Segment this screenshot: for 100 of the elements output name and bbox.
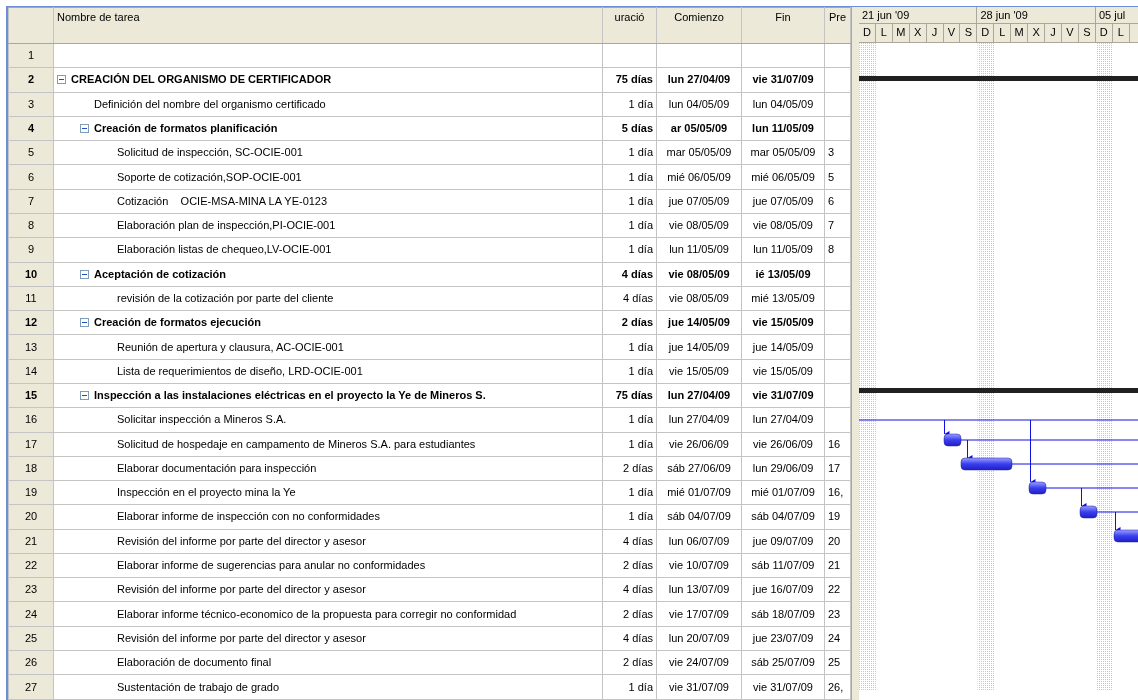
week-label: 21 jun '09 (858, 7, 978, 24)
collapse-icon[interactable] (80, 318, 89, 328)
finish-cell: jue 16/07/09 (741, 577, 825, 602)
day-label: M (1011, 24, 1029, 42)
day-label: M (892, 24, 910, 42)
task-name-cell: Inspección en el proyecto mina la Ye (53, 480, 603, 505)
row-number: 20 (8, 504, 54, 530)
row-number: 24 (8, 601, 54, 627)
row-number: 27 (8, 674, 54, 700)
finish-cell: sáb 04/07/09 (741, 504, 825, 530)
pred-cell: 5 (824, 164, 851, 190)
row-number: 16 (8, 407, 54, 432)
task-bar[interactable] (943, 433, 962, 447)
finish-cell: vie 15/05/09 (741, 310, 825, 335)
row-number: 8 (8, 213, 54, 238)
finish-cell: vie 15/05/09 (741, 359, 825, 384)
pred-cell: 20 (824, 529, 851, 554)
finish-cell: mié 01/07/09 (741, 480, 825, 505)
day-label: D (1095, 24, 1113, 42)
day-label: D (977, 24, 995, 42)
task-name-cell: Solicitud de inspección, SC-OCIE-001 (53, 140, 603, 165)
collapse-icon[interactable] (80, 391, 89, 401)
duration-cell: 1 día (602, 359, 657, 384)
duration-cell: 2 días (602, 310, 657, 335)
pred-cell: 16, (824, 480, 851, 505)
duration-cell: 1 día (602, 213, 657, 238)
pred-cell: 25 (824, 650, 851, 675)
finish-cell: vie 31/07/09 (741, 674, 825, 700)
row-number: 18 (8, 456, 54, 481)
finish-cell: lun 27/04/09 (741, 407, 825, 432)
pred-cell: 22 (824, 577, 851, 602)
start-cell: vie 24/07/09 (656, 650, 742, 675)
task-name-cell: Elaborar informe de sugerencias para anular no conformidades (53, 553, 603, 578)
duration-cell: 1 día (602, 480, 657, 505)
day-label: V (1062, 24, 1079, 42)
duration-cell: 4 días (602, 529, 657, 554)
column-header[interactable]: Nombre de tarea (53, 7, 603, 44)
week-label: 05 jul (1095, 7, 1138, 24)
task-name: Aceptación de cotización (94, 267, 227, 280)
pred-cell: 24 (824, 626, 851, 651)
duration-cell: 75 días (602, 67, 657, 93)
finish-cell: jue 07/05/09 (741, 189, 825, 214)
column-header[interactable]: uració (602, 7, 657, 44)
task-name-cell: Sustentación de trabajo de grado (53, 674, 603, 700)
duration-cell: 1 día (602, 164, 657, 190)
task-name: Creación de formatos planificación (94, 122, 278, 134)
week-label: 28 jun '09 (977, 7, 1096, 24)
task-bar[interactable] (1079, 505, 1098, 519)
column-header[interactable]: Pre (824, 7, 851, 44)
collapse-icon[interactable] (80, 124, 89, 133)
row-number: 26 (8, 650, 54, 675)
day-label: X (1028, 24, 1046, 42)
duration-cell: 5 días (602, 116, 657, 141)
finish-cell: jue 09/07/09 (741, 529, 825, 554)
row-number: 9 (8, 237, 54, 263)
finish-cell: lun 11/05/09 (741, 237, 825, 263)
task-bar[interactable] (960, 457, 1013, 471)
task-name-cell: Soporte de cotización,SOP-OCIE-001 (53, 164, 603, 190)
start-cell: vie 08/05/09 (656, 213, 742, 238)
collapse-icon[interactable] (80, 269, 89, 279)
pred-cell: 8 (824, 237, 851, 263)
start-cell: vie 17/07/09 (656, 601, 742, 627)
finish-cell: jue 14/05/09 (741, 334, 825, 360)
start-cell: vie 08/05/09 (656, 262, 742, 287)
column-header[interactable]: Fin (741, 7, 825, 44)
finish-cell: mié 13/05/09 (741, 286, 825, 311)
duration-cell: 2 días (602, 650, 657, 675)
pred-cell: 3 (824, 140, 851, 165)
duration-cell: 2 días (602, 601, 657, 627)
duration-cell: 1 día (602, 674, 657, 700)
pred-cell: 6 (824, 189, 851, 214)
pred-cell: 17 (824, 456, 851, 481)
start-cell: vie 31/07/09 (656, 674, 742, 700)
day-label: L (994, 24, 1012, 42)
start-cell: lun 11/05/09 (656, 237, 742, 263)
duration-cell: 1 día (602, 140, 657, 165)
start-cell: jue 07/05/09 (656, 189, 742, 214)
collapse-icon[interactable] (57, 75, 66, 85)
finish-cell: ié 13/05/09 (741, 262, 825, 287)
duration-cell: 4 días (602, 577, 657, 602)
day-label: V (943, 24, 961, 42)
column-header[interactable]: Comienzo (656, 7, 742, 44)
task-bar[interactable] (1113, 529, 1138, 543)
start-cell: sáb 27/06/09 (656, 456, 742, 481)
task-bar[interactable] (1028, 481, 1047, 495)
row-number: 14 (8, 359, 54, 384)
start-cell: vie 15/05/09 (656, 359, 742, 384)
start-cell: lun 27/04/09 (656, 383, 742, 408)
finish-cell: vie 31/07/09 (741, 67, 825, 93)
duration-cell: 1 día (602, 334, 657, 360)
task-name-cell: Solicitar inspección a Mineros S.A. (53, 407, 603, 432)
task-name-cell: Revisión del informe por parte del director y asesor (53, 529, 603, 554)
start-cell: lun 20/07/09 (656, 626, 742, 651)
duration-cell: 1 día (602, 189, 657, 214)
task-name-cell: revisión de la cotización por parte del cliente (53, 286, 603, 311)
row-number: 2 (8, 67, 54, 93)
finish-cell: mié 06/05/09 (741, 164, 825, 190)
finish-cell: sáb 18/07/09 (741, 601, 825, 627)
start-cell: mié 06/05/09 (656, 164, 742, 190)
duration-cell: 75 días (602, 383, 657, 408)
